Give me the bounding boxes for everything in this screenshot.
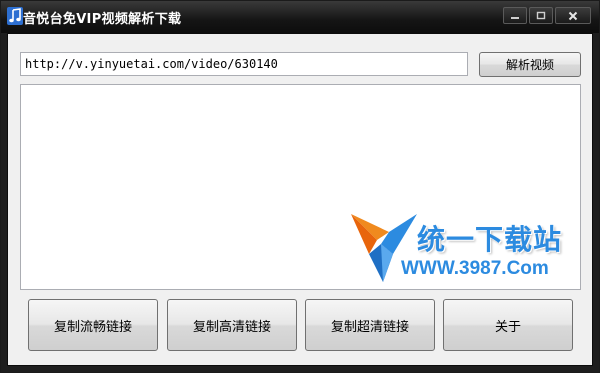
about-button[interactable]: 关于 bbox=[443, 299, 573, 351]
close-icon[interactable] bbox=[555, 7, 591, 24]
copy-hd-link-button[interactable]: 复制高清链接 bbox=[167, 299, 297, 351]
watermark-title: 统一下载站 bbox=[417, 223, 563, 256]
maximize-icon[interactable] bbox=[529, 7, 553, 24]
parse-video-button[interactable]: 解析视频 bbox=[479, 52, 581, 77]
output-textarea[interactable]: 统一下载站 WWW.3987.Com bbox=[20, 84, 581, 290]
url-input[interactable] bbox=[20, 52, 468, 76]
window-controls bbox=[503, 7, 591, 24]
copy-smooth-link-button[interactable]: 复制流畅链接 bbox=[28, 299, 158, 351]
copy-super-hd-link-button[interactable]: 复制超清链接 bbox=[305, 299, 435, 351]
app-window: 音悦台免VIP视频解析下载 解析视频 bbox=[0, 0, 600, 373]
client-area: 解析视频 统一下载站 WWW.3987.Com 复制流畅链接 复制高清链接 复制… bbox=[7, 33, 593, 366]
minimize-icon[interactable] bbox=[503, 7, 527, 24]
watermark-url: WWW.3987.Com bbox=[401, 258, 549, 279]
window-title: 音悦台免VIP视频解析下载 bbox=[23, 12, 182, 27]
watermark: 统一下载站 WWW.3987.Com bbox=[349, 210, 580, 286]
title-bar[interactable]: 音悦台免VIP视频解析下载 bbox=[1, 1, 599, 33]
music-note-icon bbox=[7, 7, 23, 25]
